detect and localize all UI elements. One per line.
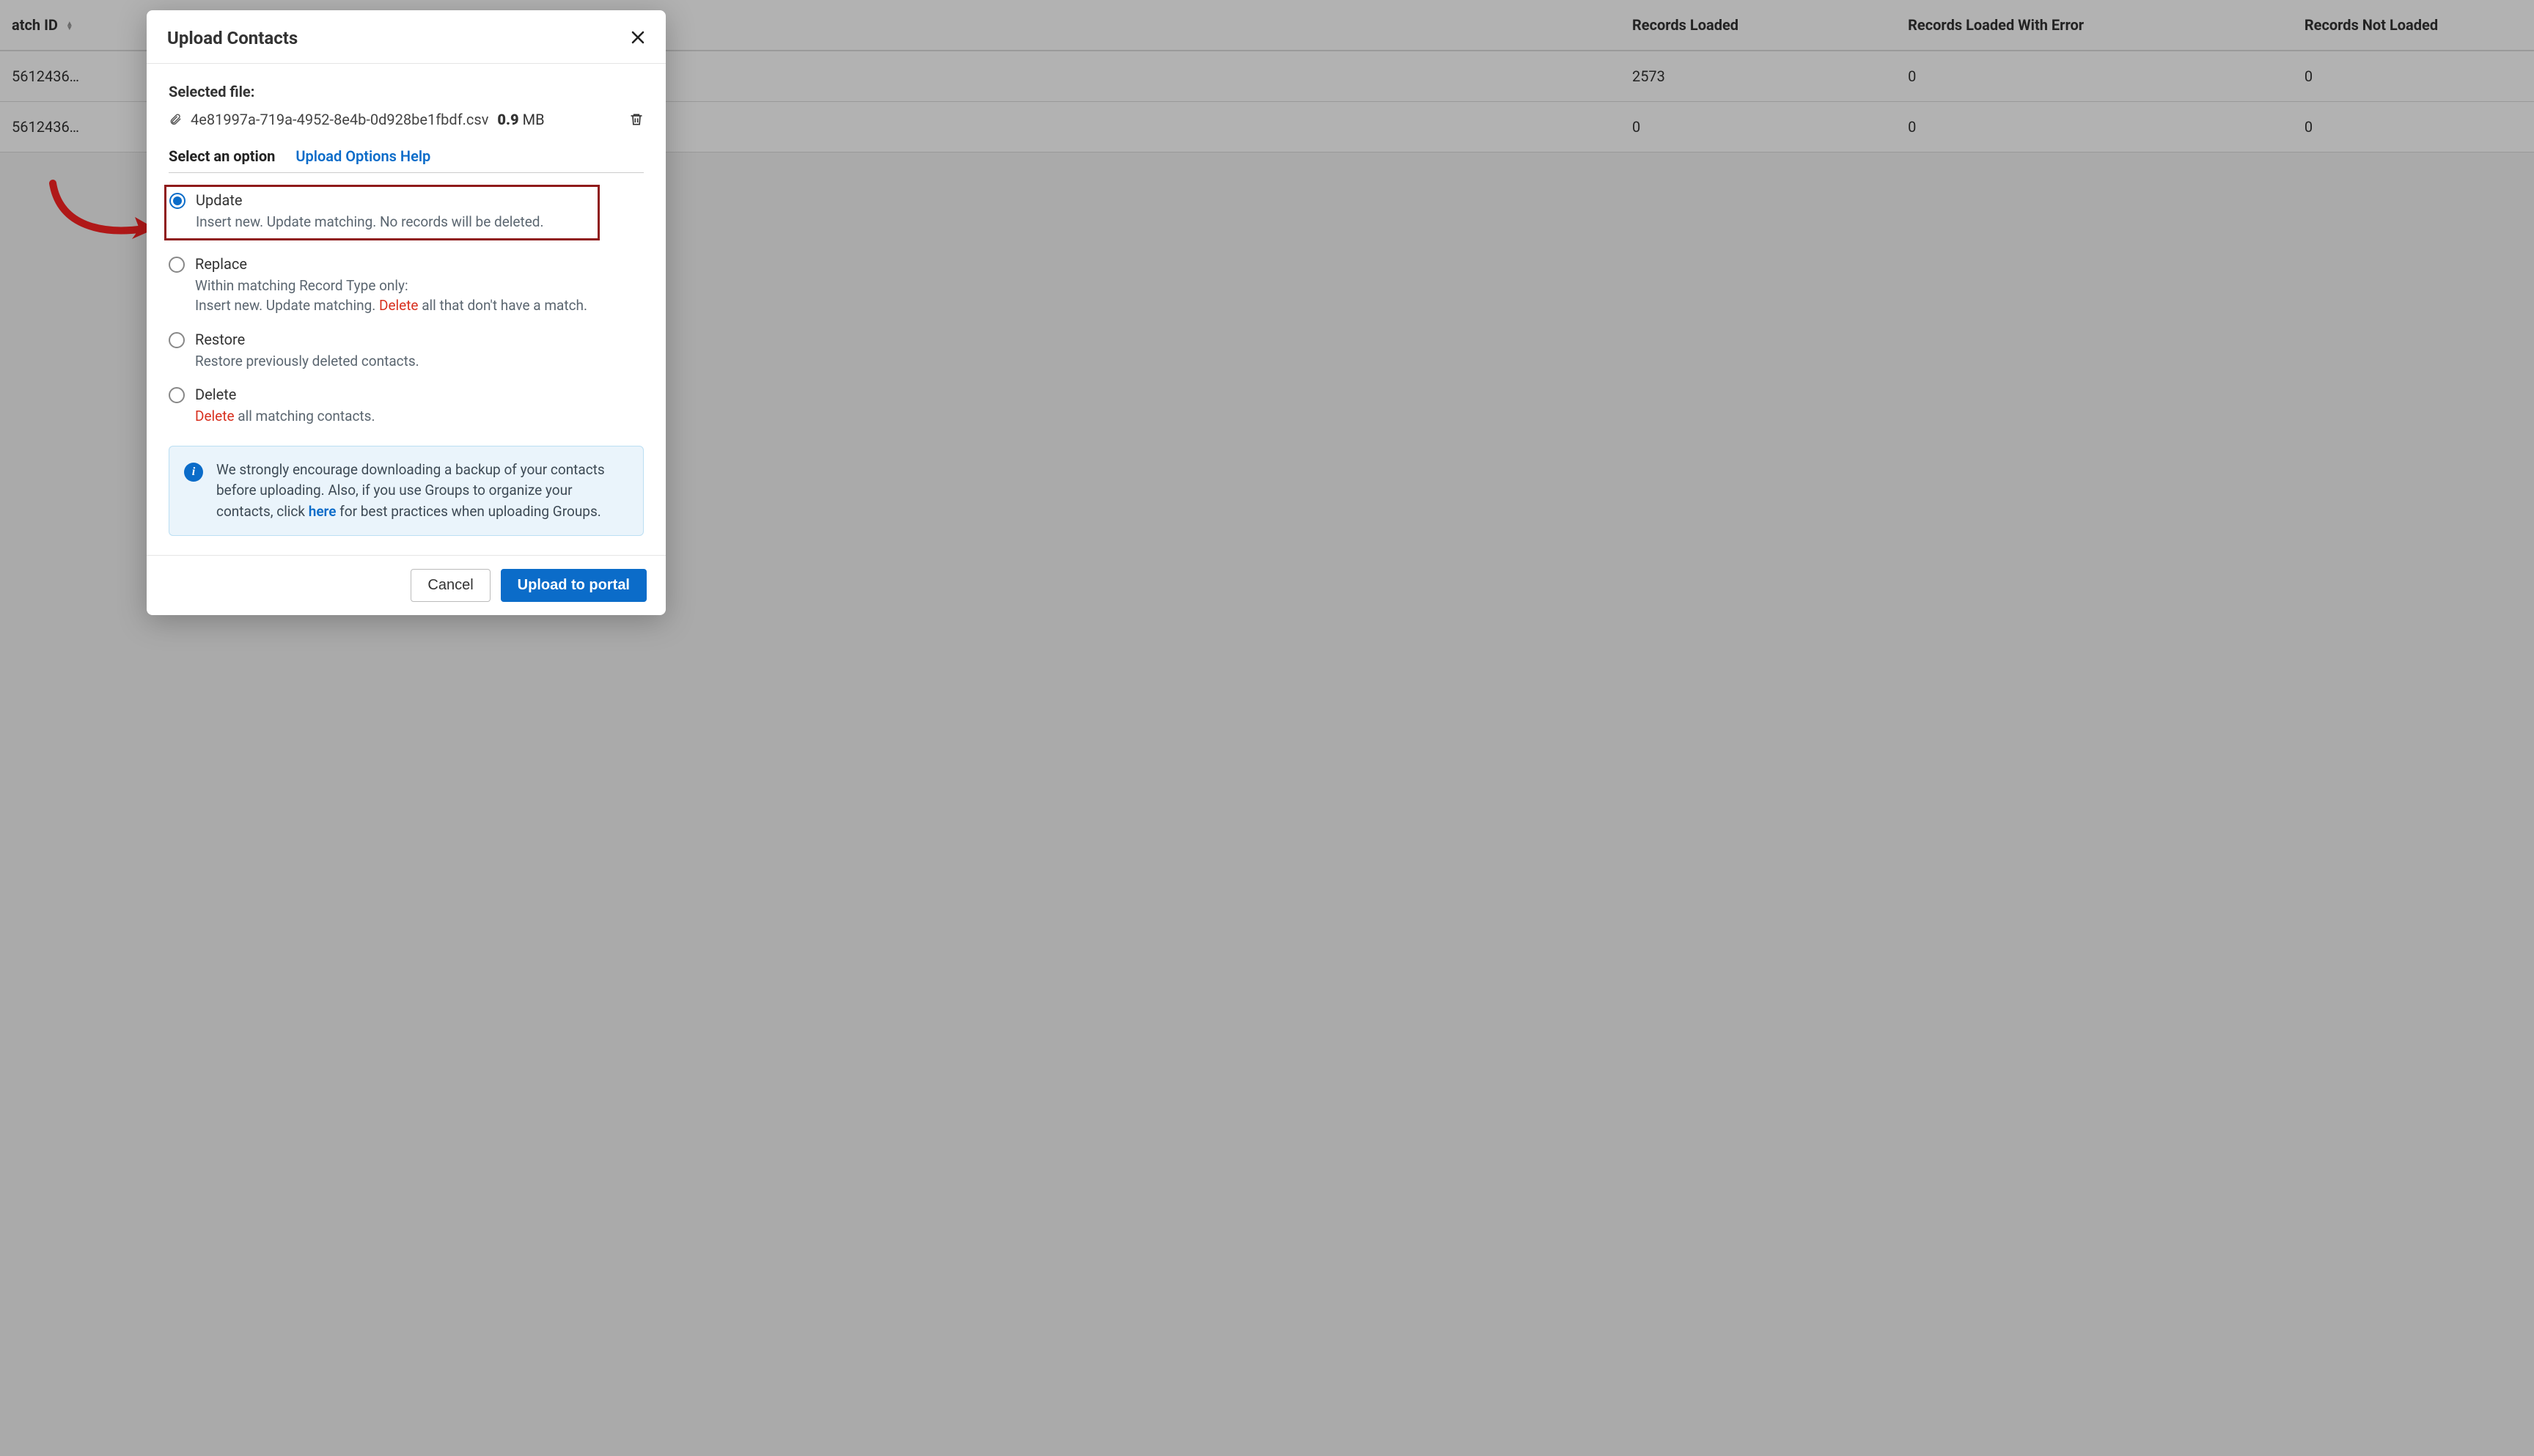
info-here-link[interactable]: here	[309, 503, 337, 520]
trash-icon	[629, 111, 644, 128]
info-icon: i	[184, 463, 203, 482]
select-option-label: Select an option	[169, 147, 275, 165]
selected-file-row: 4e81997a-719a-4952-8e4b-0d928be1fbdf.csv…	[169, 111, 644, 128]
option-replace-title: Replace	[195, 255, 644, 273]
annotation-highlight: Update Insert new. Update matching. No r…	[164, 185, 600, 240]
option-delete-desc: Delete all matching contacts.	[195, 406, 644, 427]
upload-options-help-link[interactable]: Upload Options Help	[295, 147, 430, 165]
radio-update[interactable]	[169, 193, 186, 209]
option-restore-title: Restore	[195, 331, 644, 348]
radio-replace[interactable]	[169, 257, 185, 273]
selected-file-label: Selected file:	[169, 83, 644, 100]
radio-delete[interactable]	[169, 387, 185, 403]
option-restore-desc: Restore previously deleted contacts.	[195, 351, 644, 372]
paperclip-icon	[169, 112, 182, 127]
option-restore[interactable]: Restore Restore previously deleted conta…	[169, 331, 644, 372]
option-replace-desc: Within matching Record Type only: Insert…	[195, 276, 644, 316]
option-replace[interactable]: Replace Within matching Record Type only…	[169, 255, 644, 316]
option-update-title: Update	[196, 191, 590, 209]
option-delete[interactable]: Delete Delete all matching contacts.	[169, 386, 644, 427]
selected-file-size: 0.9 MB	[497, 111, 544, 128]
modal-title: Upload Contacts	[167, 28, 298, 48]
upload-to-portal-button[interactable]: Upload to portal	[501, 569, 647, 602]
delete-file-button[interactable]	[629, 111, 644, 128]
radio-restore[interactable]	[169, 332, 185, 348]
close-button[interactable]	[631, 29, 645, 48]
upload-contacts-modal: Upload Contacts Selected file: 4e81997a-…	[147, 10, 666, 615]
selected-file-name: 4e81997a-719a-4952-8e4b-0d928be1fbdf.csv	[191, 111, 488, 128]
info-text-tail: for best practices when uploading Groups…	[336, 503, 601, 520]
option-delete-title: Delete	[195, 386, 644, 403]
option-update-desc: Insert new. Update matching. No records …	[196, 212, 590, 232]
close-icon	[631, 30, 645, 45]
option-update[interactable]: Update Insert new. Update matching. No r…	[169, 191, 590, 232]
cancel-button[interactable]: Cancel	[411, 569, 490, 602]
info-callout: i We strongly encourage downloading a ba…	[169, 446, 644, 537]
